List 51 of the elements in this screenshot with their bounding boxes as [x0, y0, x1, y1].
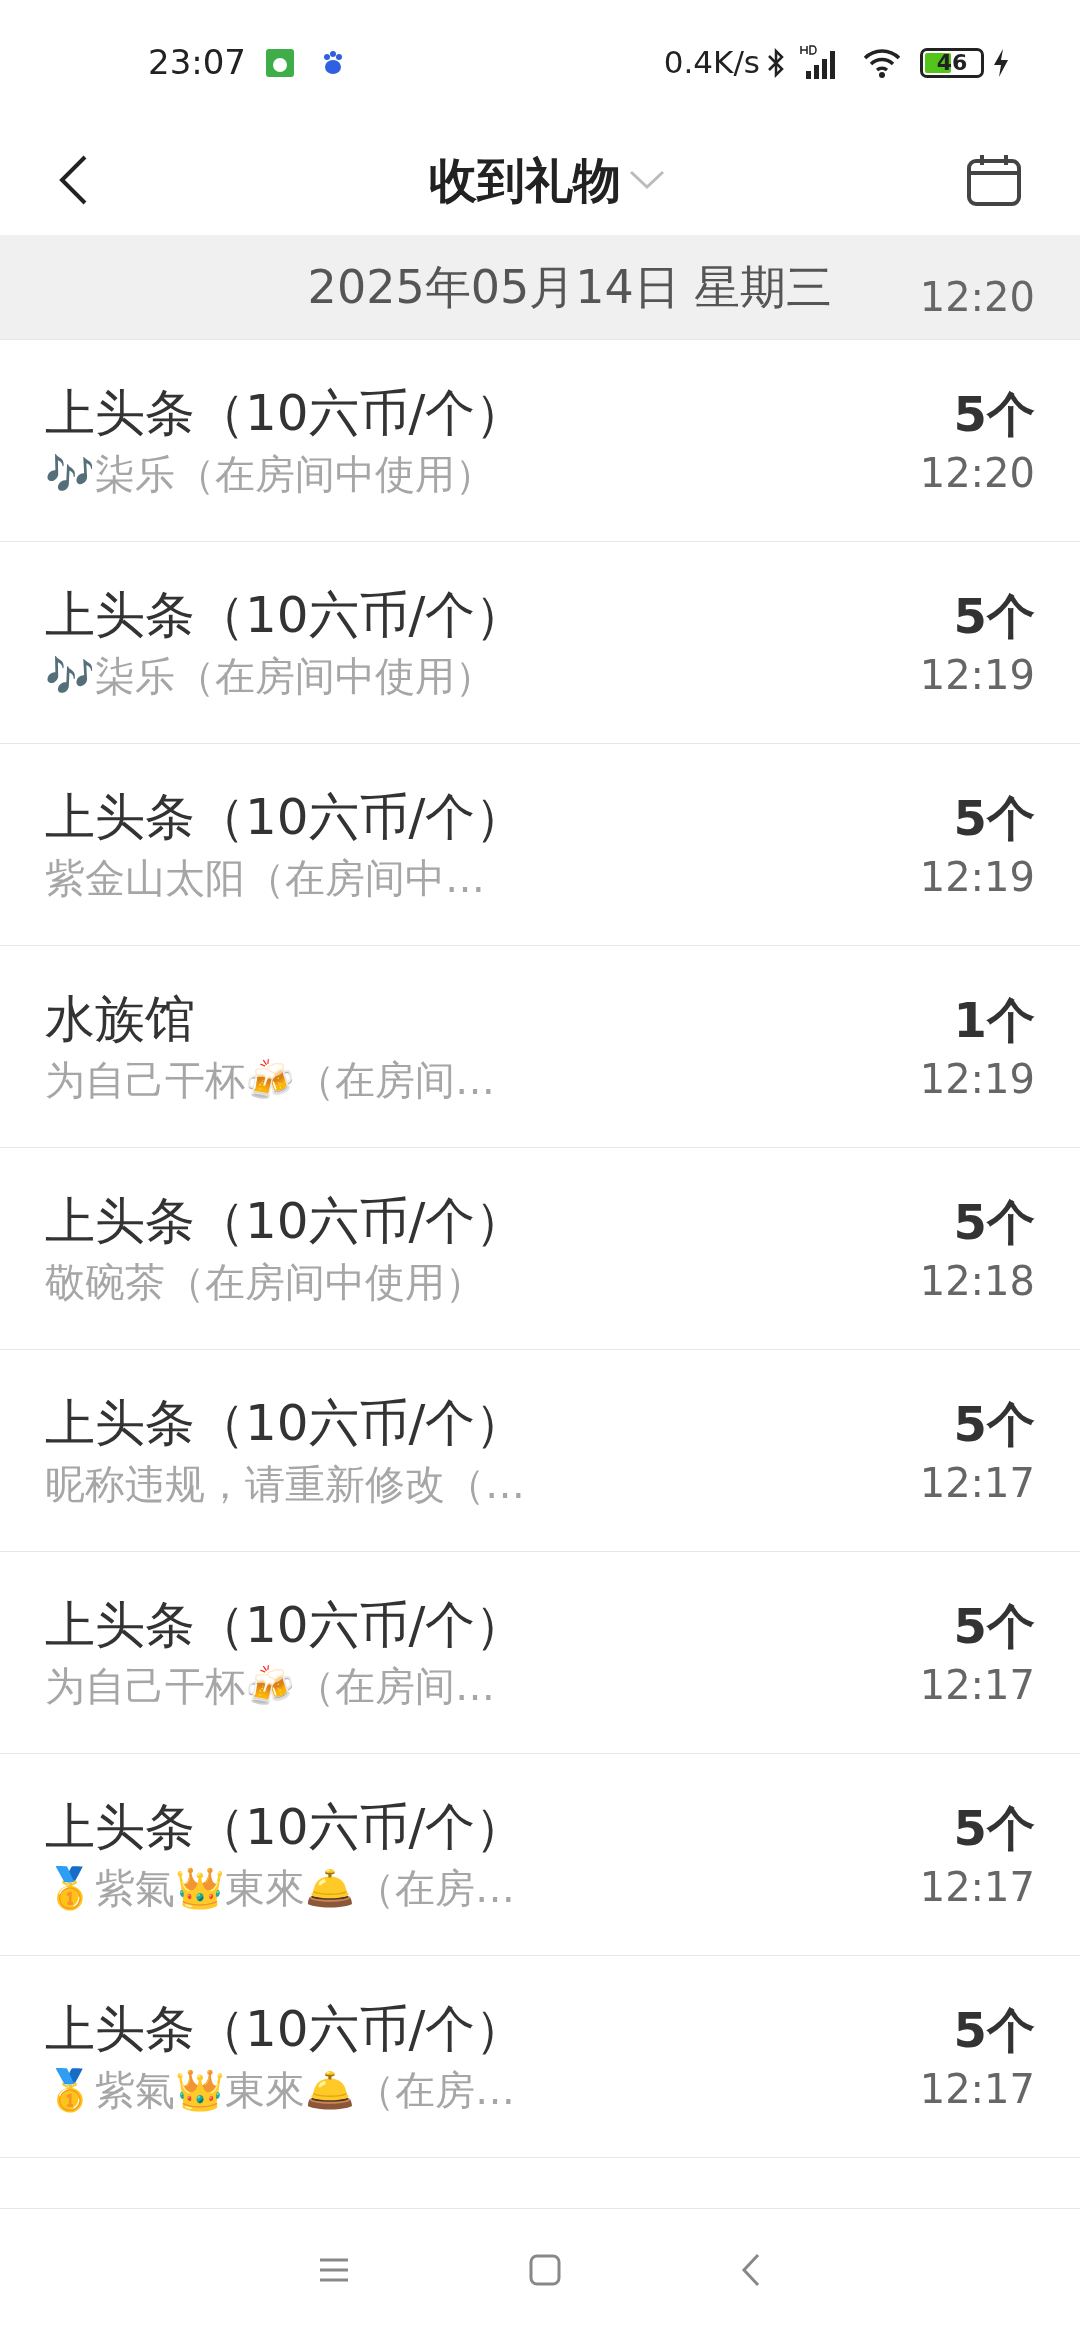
sender-name: 紫金山太阳（在房间中… — [45, 853, 486, 903]
gift-time: 12:19 — [919, 852, 1035, 902]
gift-count: 5个 — [953, 586, 1035, 646]
gift-name: 水族馆 — [45, 989, 196, 1051]
gift-count: 5个 — [953, 384, 1035, 444]
sender-name: 昵称违规，请重新修改（… — [45, 1459, 526, 1509]
sender-name: 🎶柒乐（在房间中使用） — [45, 449, 496, 499]
date-label: 2025年05月14日 星期三 — [307, 258, 833, 316]
sender-name: 🥇紫氣👑東來🛎（在房… — [45, 2065, 516, 2115]
gift-name: 上头条（10六币/个） — [45, 1191, 526, 1253]
gift-time: 12:17 — [919, 1458, 1035, 1508]
back-nav-icon[interactable] — [741, 2252, 761, 2287]
sender-name: 为自己干杯🍻（在房间… — [45, 1055, 495, 1105]
gift-count: 5个 — [953, 1394, 1035, 1454]
gift-count: 5个 — [953, 2000, 1035, 2060]
gift-count: 5个 — [953, 788, 1035, 848]
charging-icon — [992, 47, 1010, 78]
sender-name: 🎶柒乐（在房间中使用） — [45, 651, 496, 701]
wifi-icon — [862, 46, 902, 79]
network-speed: 0.4K/s — [663, 43, 760, 83]
gift-count: 5个 — [953, 1192, 1035, 1252]
gift-count: 5个 — [953, 1596, 1035, 1656]
home-icon[interactable] — [529, 2253, 561, 2286]
gift-time: 12:17 — [919, 1862, 1035, 1912]
status-time: 23:07 — [148, 41, 246, 84]
sender-name: 🥇紫氣👑東來🛎（在房… — [45, 1863, 516, 1913]
bluetooth-icon — [766, 46, 786, 79]
calendar-icon[interactable] — [966, 153, 1022, 207]
gift-name: 上头条（10六币/个） — [45, 1797, 526, 1859]
gift-name: 上头条（10六币/个） — [45, 585, 526, 647]
gift-name: 上头条（10六币/个） — [45, 787, 526, 849]
back-icon[interactable] — [58, 154, 88, 206]
page-title: 收到礼物 — [429, 151, 621, 210]
gift-name: 上头条（10六币/个） — [45, 383, 526, 445]
gift-time: 12:19 — [919, 650, 1035, 700]
gift-time: 12:20 — [919, 448, 1035, 498]
app-notification-icon — [266, 48, 294, 77]
menu-icon[interactable] — [319, 2257, 349, 2282]
chevron-down-icon[interactable] — [629, 170, 665, 190]
gift-time: 12:17 — [919, 2064, 1035, 2114]
sender-name: 敬碗茶（在房间中使用） — [45, 1257, 486, 1307]
gift-name: 上头条（10六币/个） — [45, 1393, 526, 1455]
gift-count: 1个 — [953, 990, 1035, 1050]
gift-time: 12:17 — [919, 1660, 1035, 1710]
sender-name: 为自己干杯🍻（在房间… — [45, 1661, 496, 1711]
gift-time: 12:18 — [919, 1256, 1035, 1306]
gift-time: 12:19 — [919, 1054, 1035, 1104]
gift-name: 上头条（10六币/个） — [45, 1999, 526, 2061]
gift-time: 12:20 — [919, 274, 1035, 320]
gift-count: 5个 — [953, 1798, 1035, 1858]
gift-name: 上头条（10六币/个） — [45, 1595, 526, 1657]
